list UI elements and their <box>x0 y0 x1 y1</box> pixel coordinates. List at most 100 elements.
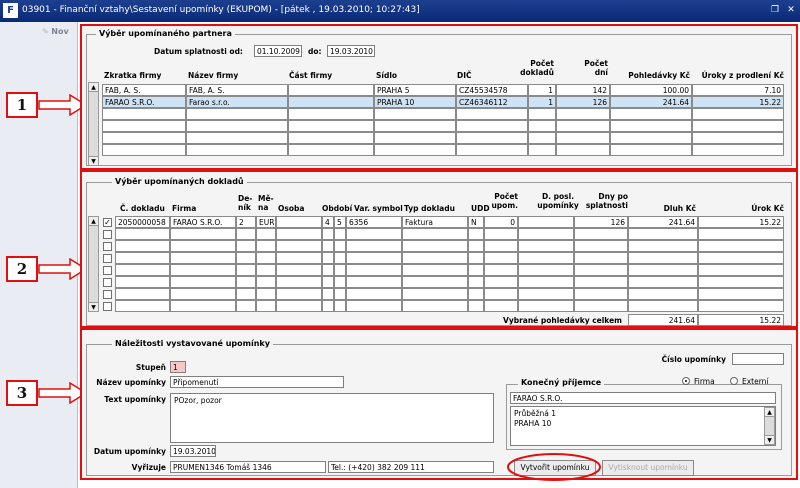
empty-cell[interactable] <box>518 264 574 276</box>
cell-vat[interactable]: CZ45534578 <box>456 84 528 96</box>
cell-interest[interactable]: 7.10 <box>692 84 784 96</box>
empty-cell[interactable] <box>528 108 556 120</box>
cell-period-month[interactable]: 4 <box>322 216 334 228</box>
empty-cell[interactable] <box>346 252 402 264</box>
empty-cell[interactable] <box>346 288 402 300</box>
scroll-up-icon[interactable]: ▲ <box>765 408 774 417</box>
empty-cell[interactable] <box>574 276 628 288</box>
empty-cell[interactable] <box>556 108 610 120</box>
cell-udd[interactable]: N <box>468 216 484 228</box>
empty-cell[interactable] <box>484 288 518 300</box>
empty-cell[interactable] <box>115 288 170 300</box>
empty-cell[interactable] <box>528 132 556 144</box>
empty-cell[interactable] <box>170 276 236 288</box>
empty-cell[interactable] <box>115 300 170 312</box>
cell-currency[interactable]: EUR <box>256 216 276 228</box>
empty-cell[interactable] <box>334 228 346 240</box>
doc-select-checkbox[interactable] <box>103 290 112 299</box>
radio-firm[interactable] <box>682 377 690 385</box>
empty-cell[interactable] <box>170 228 236 240</box>
empty-cell[interactable] <box>698 240 784 252</box>
cell-reminder-count[interactable]: 0 <box>484 216 518 228</box>
doc-select-checkbox[interactable] <box>103 302 112 311</box>
empty-cell[interactable] <box>288 120 374 132</box>
empty-cell[interactable] <box>402 252 468 264</box>
documents-scrollbar[interactable]: ▲ ▼ <box>88 216 99 312</box>
empty-cell[interactable] <box>288 132 374 144</box>
empty-cell[interactable] <box>518 228 574 240</box>
empty-cell[interactable] <box>346 228 402 240</box>
cell-doc-number[interactable]: 2050000058 <box>115 216 170 228</box>
empty-cell[interactable] <box>456 132 528 144</box>
empty-cell[interactable] <box>374 120 456 132</box>
doc-select-checkbox[interactable] <box>103 266 112 275</box>
empty-cell[interactable] <box>334 264 346 276</box>
cell-days[interactable]: 126 <box>556 96 610 108</box>
print-reminder-button[interactable]: Vytisknout upomínku <box>602 460 694 476</box>
empty-cell[interactable] <box>322 288 334 300</box>
scroll-down-icon[interactable]: ▼ <box>765 435 774 444</box>
empty-cell[interactable] <box>628 276 698 288</box>
reminder-number-input[interactable] <box>732 353 784 365</box>
empty-cell[interactable] <box>574 288 628 300</box>
cell-var-symbol[interactable]: 6356 <box>346 216 402 228</box>
empty-cell[interactable] <box>236 240 256 252</box>
empty-cell[interactable] <box>468 300 484 312</box>
cell-firm[interactable]: FARAO S.R.O. <box>170 216 236 228</box>
doc-select-checkbox[interactable] <box>103 242 112 251</box>
cell-person[interactable] <box>276 216 322 228</box>
empty-cell[interactable] <box>698 264 784 276</box>
empty-cell[interactable] <box>186 132 288 144</box>
empty-cell[interactable] <box>468 264 484 276</box>
empty-cell[interactable] <box>115 240 170 252</box>
cell-doc-count[interactable]: 1 <box>528 96 556 108</box>
scroll-up-icon[interactable]: ▲ <box>89 83 98 92</box>
empty-cell[interactable] <box>574 264 628 276</box>
empty-cell[interactable] <box>334 240 346 252</box>
recipient-scrollbar[interactable]: ▲ ▼ <box>764 407 775 445</box>
empty-cell[interactable] <box>402 276 468 288</box>
empty-cell[interactable] <box>402 228 468 240</box>
doc-select-checkbox[interactable] <box>103 230 112 239</box>
empty-cell[interactable] <box>692 132 784 144</box>
empty-cell[interactable] <box>170 300 236 312</box>
cell-firm-name[interactable]: Farao s.r.o. <box>186 96 288 108</box>
empty-cell[interactable] <box>186 108 288 120</box>
empty-cell[interactable] <box>288 144 374 156</box>
empty-cell[interactable] <box>456 120 528 132</box>
empty-cell[interactable] <box>256 276 276 288</box>
empty-cell[interactable] <box>468 276 484 288</box>
empty-cell[interactable] <box>518 240 574 252</box>
empty-cell[interactable] <box>698 276 784 288</box>
empty-cell[interactable] <box>322 252 334 264</box>
reminder-name-input[interactable]: Připomenutí <box>170 376 344 388</box>
empty-cell[interactable] <box>334 300 346 312</box>
empty-cell[interactable] <box>628 264 698 276</box>
empty-cell[interactable] <box>698 300 784 312</box>
cell-seat[interactable]: PRAHA 10 <box>374 96 456 108</box>
empty-cell[interactable] <box>518 300 574 312</box>
empty-cell[interactable] <box>346 300 402 312</box>
cell-doc-type[interactable]: Faktura <box>402 216 468 228</box>
empty-cell[interactable] <box>456 108 528 120</box>
empty-cell[interactable] <box>256 264 276 276</box>
empty-cell[interactable] <box>556 144 610 156</box>
empty-cell[interactable] <box>102 120 186 132</box>
empty-cell[interactable] <box>574 300 628 312</box>
empty-cell[interactable] <box>374 132 456 144</box>
empty-cell[interactable] <box>610 144 692 156</box>
empty-cell[interactable] <box>102 144 186 156</box>
cell-short-name[interactable]: FAB, A. S. <box>102 84 186 96</box>
empty-cell[interactable] <box>610 120 692 132</box>
cell-receivables[interactable]: 100.00 <box>610 84 692 96</box>
empty-cell[interactable] <box>698 252 784 264</box>
date-from-input[interactable]: 01.10.2009 <box>254 45 302 57</box>
close-icon[interactable]: ✕ <box>784 4 798 17</box>
empty-cell[interactable] <box>628 252 698 264</box>
cell-last-reminder[interactable] <box>518 216 574 228</box>
empty-cell[interactable] <box>334 276 346 288</box>
empty-cell[interactable] <box>276 276 322 288</box>
cell-days-overdue[interactable]: 126 <box>574 216 628 228</box>
empty-cell[interactable] <box>698 228 784 240</box>
empty-cell[interactable] <box>236 300 256 312</box>
